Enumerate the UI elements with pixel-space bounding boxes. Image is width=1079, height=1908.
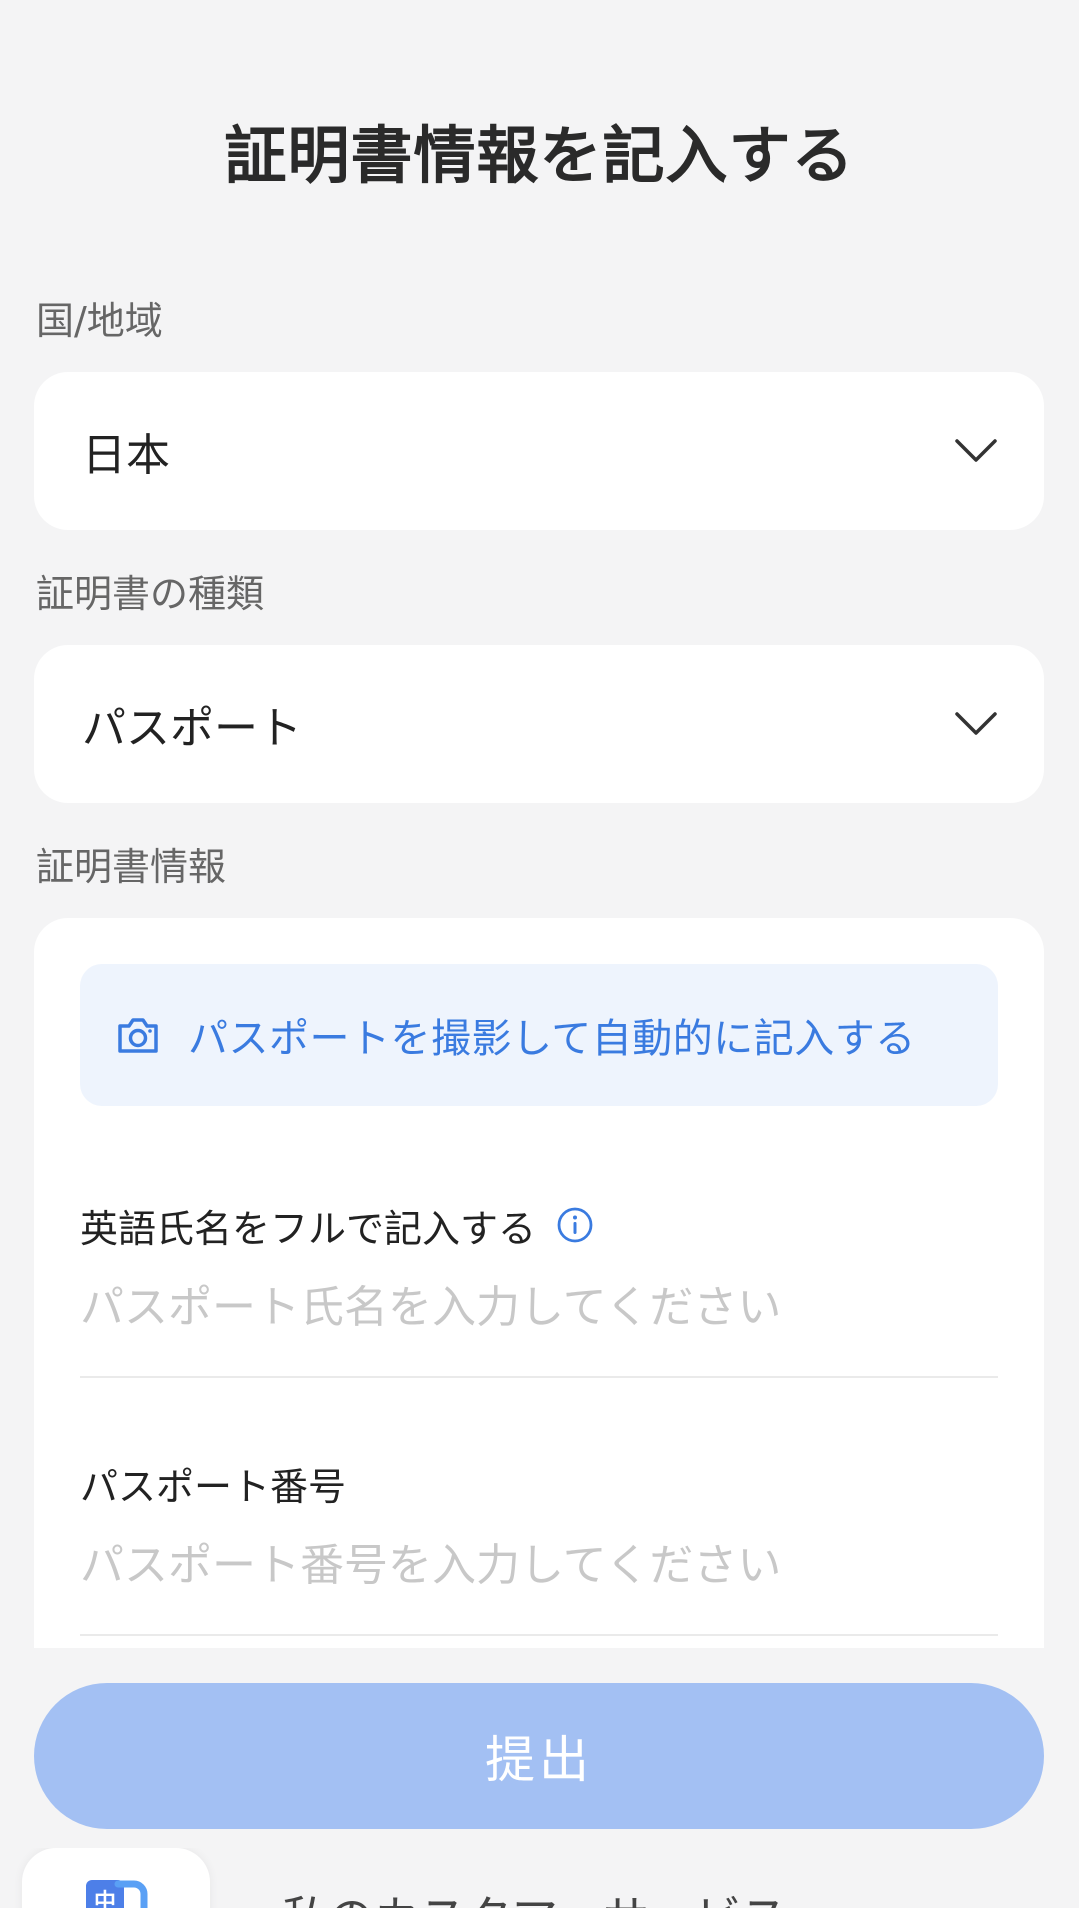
chevron-down-icon bbox=[954, 710, 998, 738]
passport-number-input[interactable] bbox=[80, 1530, 998, 1600]
region-value: 日本 bbox=[82, 430, 170, 481]
region-select[interactable]: 日本 bbox=[34, 372, 1044, 530]
doc-type-label: 証明書の種類 bbox=[36, 572, 265, 616]
info-icon[interactable] bbox=[556, 1206, 594, 1244]
customer-service-bar: 中 私のカスタマーサービス bbox=[0, 1848, 1079, 1908]
divider bbox=[80, 1634, 998, 1636]
scan-passport-button[interactable]: パスポートを撮影して自動的に記入する bbox=[80, 964, 998, 1106]
chevron-down-icon bbox=[954, 437, 998, 465]
doc-type-value: パスポート bbox=[82, 703, 302, 754]
doc-info-card: パスポートを撮影して自動的に記入する 英語氏名をフルで記入する パスポート番号 bbox=[34, 918, 1044, 1648]
scan-passport-label: パスポートを撮影して自動的に記入する bbox=[188, 1016, 916, 1062]
certificate-form-page: 証明書情報を記入する 国/地域 日本 証明書の種類 パスポート 証明書情報 パス… bbox=[0, 0, 1079, 1908]
divider bbox=[80, 1376, 998, 1378]
passport-number-label: パスポート番号 bbox=[80, 1464, 347, 1509]
full-name-field: 英語氏名をフルで記入する bbox=[80, 1200, 998, 1378]
page-title: 証明書情報を記入する bbox=[224, 119, 855, 192]
submit-button[interactable]: 提出 bbox=[34, 1683, 1044, 1829]
full-name-label: 英語氏名をフルで記入する bbox=[80, 1206, 537, 1251]
svg-text:中: 中 bbox=[94, 1890, 116, 1908]
camera-icon bbox=[114, 1011, 162, 1059]
region-label: 国/地域 bbox=[36, 299, 163, 343]
doc-info-label: 証明書情報 bbox=[36, 845, 227, 889]
customer-service-app-tile[interactable]: 中 bbox=[22, 1848, 210, 1908]
customer-service-label[interactable]: 私のカスタマーサービス bbox=[282, 1882, 787, 1908]
passport-number-field: パスポート番号 bbox=[80, 1458, 998, 1636]
translate-app-icon: 中 bbox=[84, 1874, 148, 1908]
full-name-input[interactable] bbox=[80, 1272, 998, 1342]
doc-type-select[interactable]: パスポート bbox=[34, 645, 1044, 803]
